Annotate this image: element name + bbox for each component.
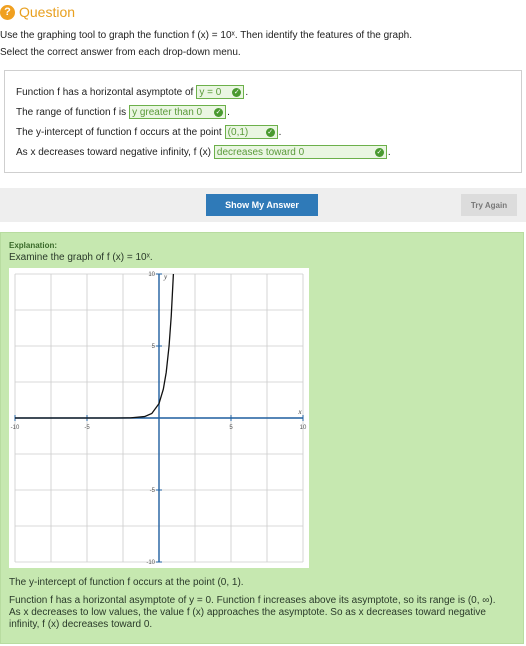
- x-tick-label: 10: [300, 425, 307, 431]
- row-prefix: Function f has a horizontal asymptote of: [16, 86, 194, 98]
- explanation-asymptote-text: Function f has a horizontal asymptote of…: [9, 595, 496, 630]
- check-icon: ✓: [265, 127, 275, 137]
- y-tick-label: -5: [150, 488, 156, 494]
- asymptote-dropdown[interactable]: y = 0 ✓: [196, 85, 245, 99]
- instruction-line-1: Use the graphing tool to graph the funct…: [0, 30, 412, 41]
- behavior-dropdown[interactable]: decreases toward 0 ✓: [213, 145, 387, 159]
- check-icon: ✓: [232, 87, 242, 97]
- question-row-asymptote: Function f has a horizontal asymptote of…: [16, 85, 248, 99]
- row-suffix: .: [245, 86, 249, 98]
- y-tick-label: -10: [146, 560, 155, 566]
- x-tick-label: -10: [11, 425, 20, 431]
- try-again-button[interactable]: Try Again: [461, 194, 517, 216]
- instruction-line-2: Select the correct answer from each drop…: [0, 47, 241, 58]
- x-tick-label: 5: [229, 425, 233, 431]
- check-icon: ✓: [214, 107, 224, 117]
- function-graph: -10 -5 5 10105-5-10xy: [9, 268, 309, 568]
- explanation-heading: Explanation:: [9, 241, 58, 250]
- explanation-panel: Explanation: Examine the graph of f (x) …: [0, 232, 524, 644]
- row-suffix: .: [227, 106, 230, 118]
- question-row-range: The range of function f is y greater tha…: [16, 105, 230, 119]
- button-bar: Show My Answer Try Again: [0, 188, 526, 222]
- show-my-answer-button[interactable]: Show My Answer: [206, 194, 318, 216]
- range-dropdown[interactable]: y greater than 0 ✓: [129, 105, 227, 119]
- question-row-intercept: The y-intercept of function f occurs at …: [16, 125, 281, 139]
- row-suffix: .: [278, 126, 282, 138]
- row-prefix: The range of function f is: [16, 106, 127, 118]
- check-icon: ✓: [374, 147, 384, 157]
- dropdown-value: y = 0: [199, 86, 222, 98]
- y-tick-label: 5: [152, 344, 156, 350]
- row-prefix: As x decreases toward negative infinity,…: [16, 146, 211, 158]
- row-prefix: The y-intercept of function f occurs at …: [16, 126, 222, 138]
- row-suffix: .: [387, 146, 391, 158]
- x-axis-label: x: [297, 408, 302, 416]
- question-box: Function f has a horizontal asymptote of…: [4, 70, 522, 173]
- dropdown-value: (0,1): [227, 126, 249, 138]
- explanation-intercept-text: The y-intercept of function f occurs at …: [9, 577, 244, 588]
- explanation-intro: Examine the graph of f (x) = 10ˣ.: [9, 252, 153, 263]
- dropdown-value: y greater than 0: [132, 106, 203, 118]
- question-icon: ?: [0, 4, 15, 20]
- question-title: Question: [19, 4, 76, 20]
- x-tick-label: -5: [84, 425, 90, 431]
- dropdown-value: decreases toward 0: [216, 146, 305, 158]
- question-row-behavior: As x decreases toward negative infinity,…: [16, 145, 391, 159]
- question-header: ? Question: [0, 2, 75, 22]
- intercept-dropdown[interactable]: (0,1) ✓: [224, 125, 278, 139]
- y-tick-label: 10: [148, 272, 155, 278]
